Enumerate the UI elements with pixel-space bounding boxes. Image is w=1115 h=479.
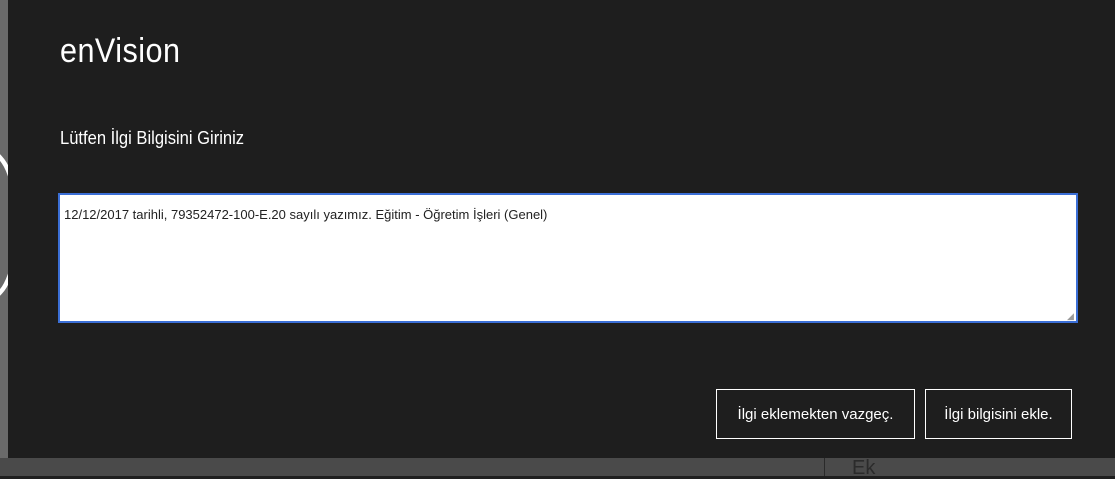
reference-textarea-container: 12/12/2017 tarihli, 79352472-100-E.20 sa…: [58, 193, 1078, 323]
cancel-button[interactable]: İlgi eklemekten vazgeç.: [716, 389, 915, 439]
background-divider: [824, 458, 825, 476]
dialog-prompt: Lütfen İlgi Bilgisini Giriniz: [60, 128, 245, 148]
add-reference-button[interactable]: İlgi bilgisini ekle.: [925, 389, 1072, 439]
app-title: enVision: [60, 32, 181, 70]
reference-textarea[interactable]: 12/12/2017 tarihli, 79352472-100-E.20 sa…: [60, 195, 1076, 321]
background-footer-strip: [0, 458, 1115, 476]
resize-grip-icon[interactable]: ◢: [1067, 312, 1075, 321]
add-reference-dialog: enVision Lütfen İlgi Bilgisini Giriniz 1…: [8, 0, 1115, 458]
background-partial-label: Ek: [852, 457, 876, 479]
